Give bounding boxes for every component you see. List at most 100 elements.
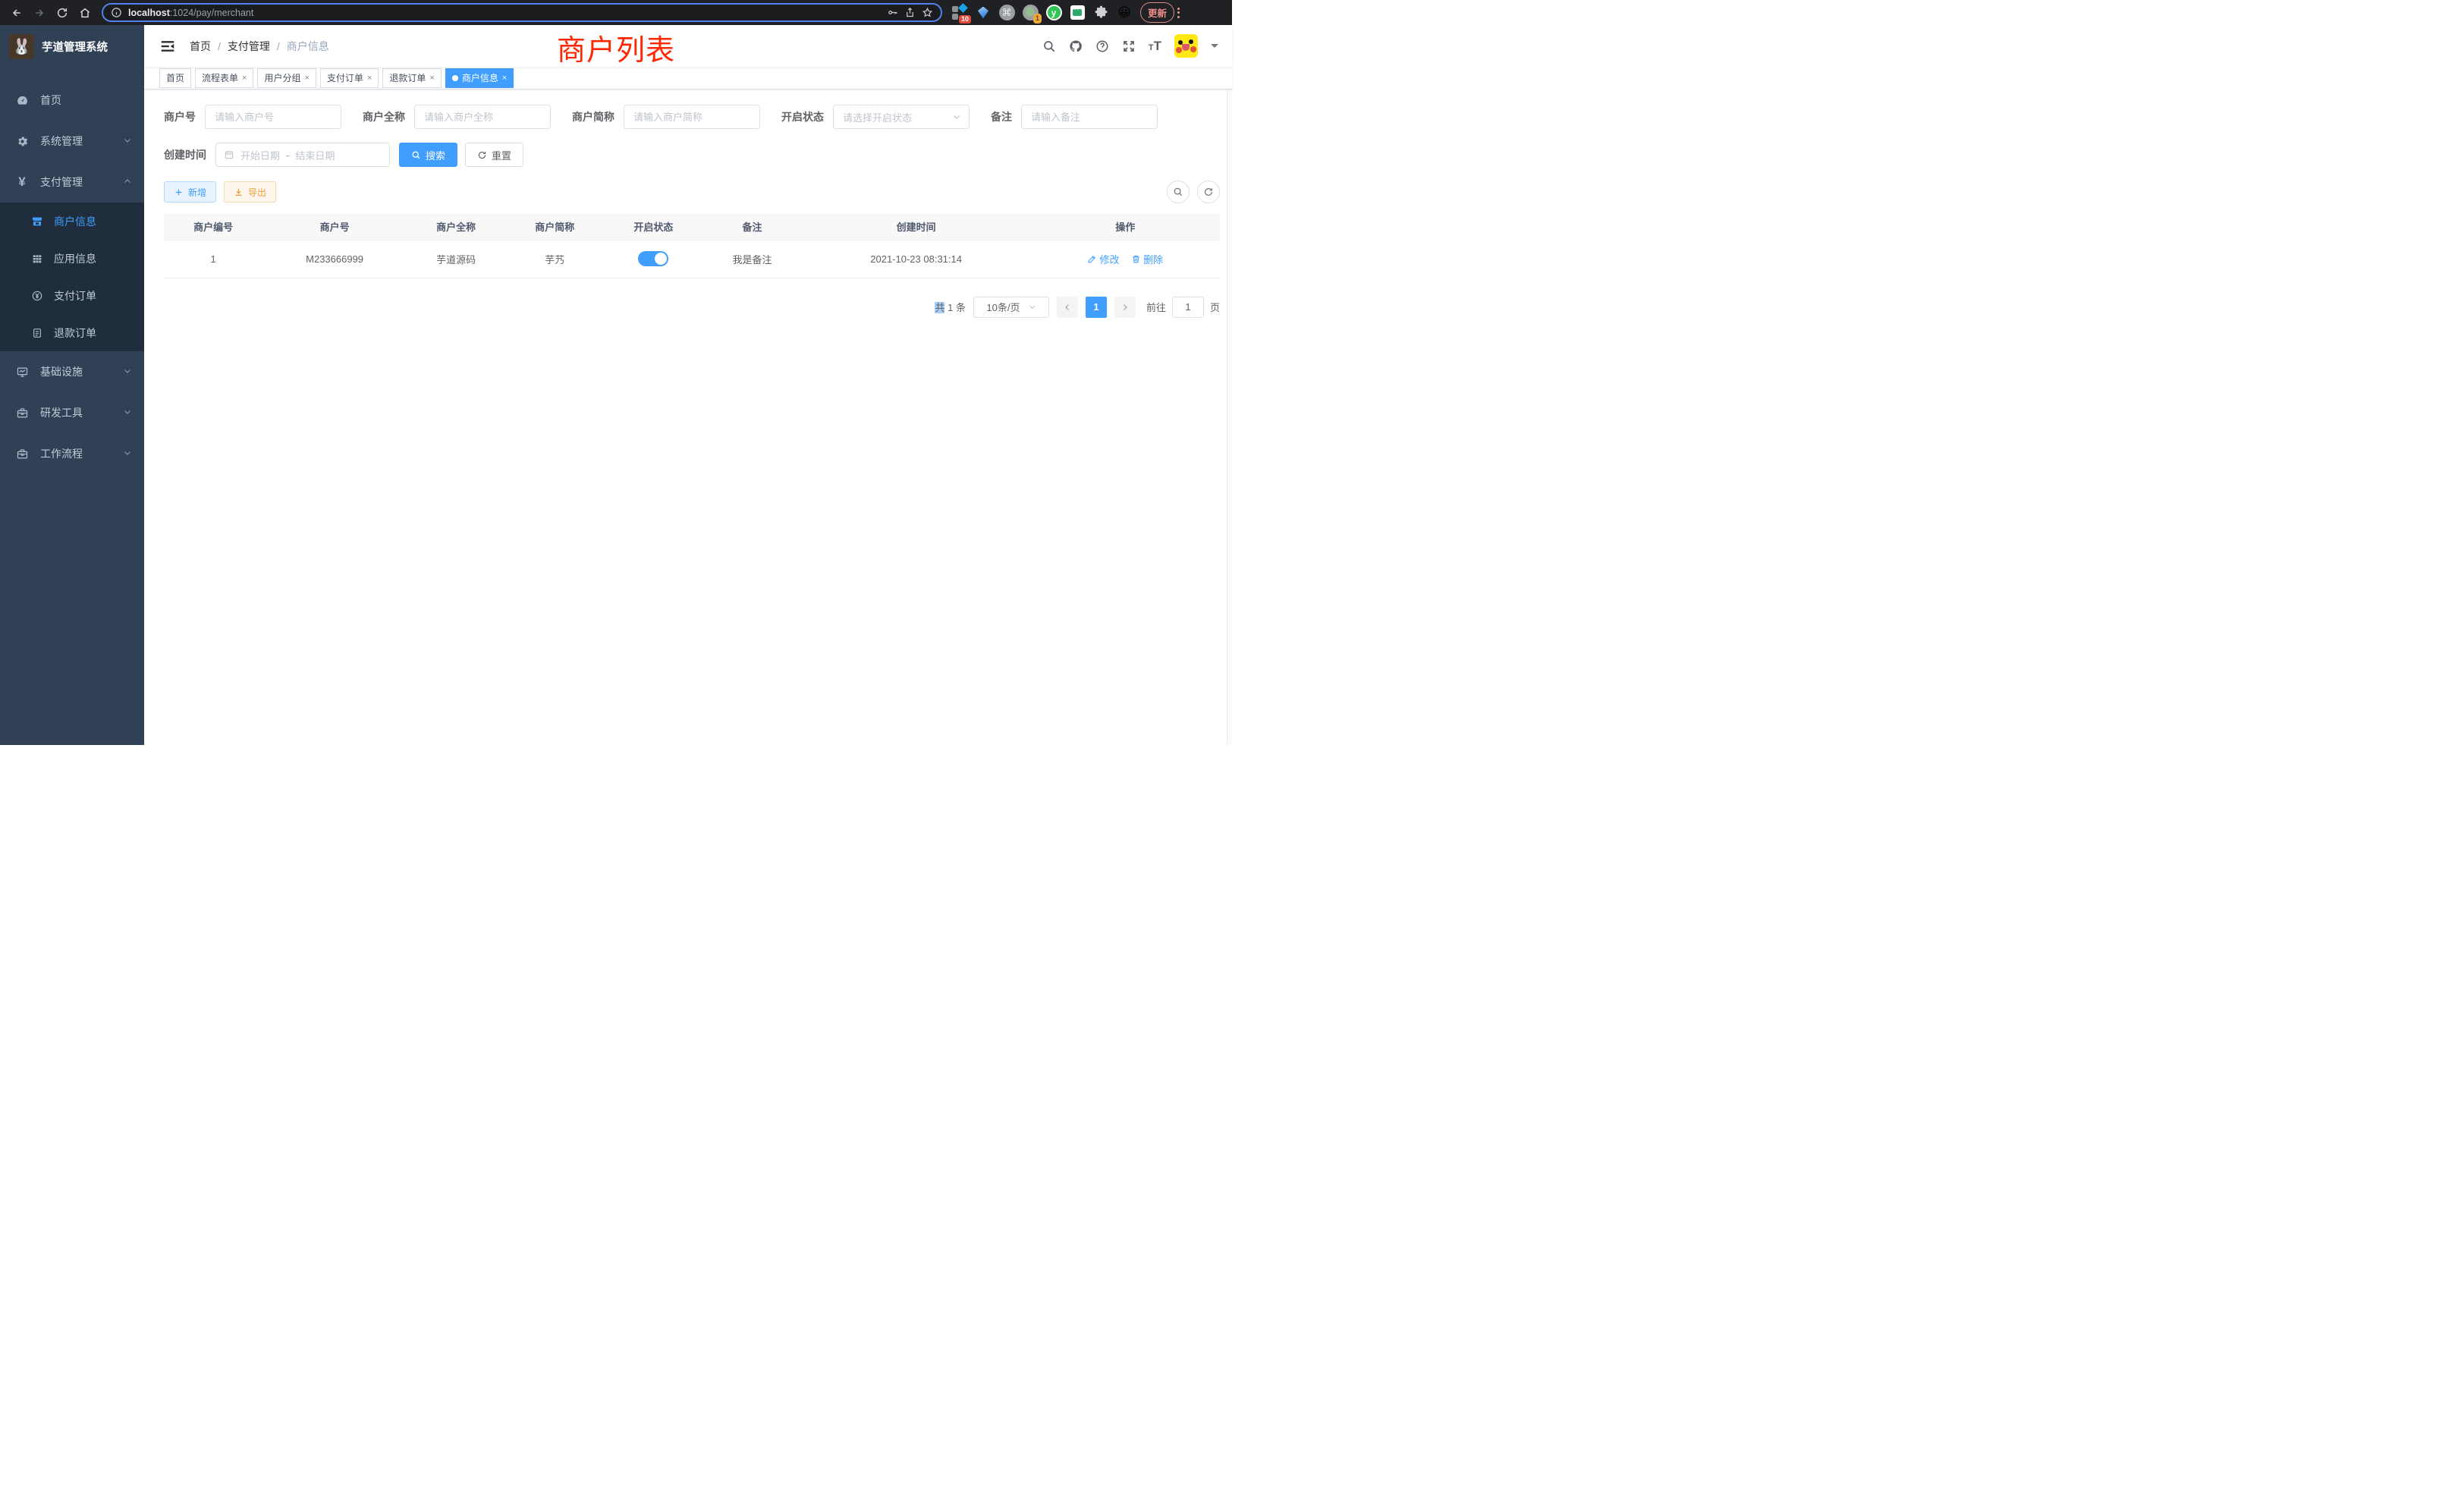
address-bar[interactable]: localhost:1024/pay/merchant bbox=[102, 3, 942, 22]
sidebar-item-label: 支付管理 bbox=[40, 174, 83, 190]
extensions-puzzle-icon[interactable] bbox=[1092, 5, 1109, 21]
gem-extension-icon[interactable] bbox=[975, 5, 992, 21]
grid-icon bbox=[30, 253, 43, 265]
sidebar-item-payment[interactable]: ¥ 支付管理 bbox=[0, 162, 144, 203]
github-icon[interactable] bbox=[1069, 39, 1083, 53]
raindrop-extension-icon[interactable]: 10 bbox=[951, 5, 968, 21]
prev-page-button[interactable] bbox=[1057, 297, 1078, 318]
sidebar-item-workflow[interactable]: 工作流程 bbox=[0, 433, 144, 474]
tags-view-bar: 首页 流程表单× 用户分组× 支付订单× 退款订单× 商户信息× bbox=[144, 67, 1232, 90]
tab-process-form[interactable]: 流程表单× bbox=[195, 68, 253, 88]
update-label: 更新 bbox=[1148, 5, 1167, 20]
tab-close-icon[interactable]: × bbox=[367, 74, 372, 83]
notification-extension-icon[interactable]: 1 bbox=[1022, 5, 1039, 21]
delete-link-label: 删除 bbox=[1143, 252, 1163, 266]
page-scrollbar[interactable] bbox=[1227, 25, 1232, 745]
browser-forward-button[interactable] bbox=[29, 2, 50, 24]
filter-create-time: 创建时间 开始日期 - 结束日期 bbox=[164, 143, 390, 167]
cell-short-name: 芋艿 bbox=[505, 240, 604, 278]
browser-update-button[interactable]: 更新 bbox=[1140, 2, 1174, 23]
emoji-extension-icon[interactable]: 😀 bbox=[1116, 5, 1133, 21]
header-search-icon[interactable] bbox=[1042, 39, 1056, 53]
sidebar-item-merchant-info[interactable]: 商户信息 bbox=[0, 203, 144, 240]
status-toggle[interactable] bbox=[638, 251, 668, 266]
delete-link[interactable]: 删除 bbox=[1131, 252, 1163, 266]
browser-reload-button[interactable] bbox=[52, 2, 73, 24]
browser-home-button[interactable] bbox=[74, 2, 96, 24]
full-name-input[interactable] bbox=[414, 105, 551, 129]
browser-back-button[interactable] bbox=[6, 2, 27, 24]
sidebar-item-app-info[interactable]: 应用信息 bbox=[0, 240, 144, 277]
screen: localhost:1024/pay/merchant 10 ⌘ bbox=[0, 0, 1232, 745]
filter-label: 商户号 bbox=[164, 109, 196, 124]
collapse-sidebar-icon[interactable] bbox=[159, 38, 176, 55]
toolbox-icon bbox=[15, 407, 29, 420]
share-icon[interactable] bbox=[904, 7, 916, 18]
command-extension-icon[interactable]: ⌘ bbox=[998, 5, 1015, 21]
tab-refund-order[interactable]: 退款订单× bbox=[382, 68, 441, 88]
export-button[interactable]: 导出 bbox=[224, 181, 276, 203]
y-glyph: y bbox=[1048, 6, 1061, 19]
sidebar-item-home[interactable]: 首页 bbox=[0, 80, 144, 121]
y-extension-icon[interactable]: y bbox=[1045, 5, 1062, 21]
user-avatar[interactable] bbox=[1174, 34, 1198, 58]
date-range-picker[interactable]: 开始日期 - 结束日期 bbox=[215, 143, 390, 167]
col-create-time: 创建时间 bbox=[802, 214, 1031, 240]
app-title: 芋道管理系统 bbox=[42, 39, 108, 55]
tab-close-icon[interactable]: × bbox=[304, 74, 309, 83]
col-status: 开启状态 bbox=[604, 214, 702, 240]
tab-close-icon[interactable]: × bbox=[429, 74, 434, 83]
next-page-button[interactable] bbox=[1114, 297, 1136, 318]
help-icon[interactable] bbox=[1095, 39, 1109, 53]
tab-close-icon[interactable]: × bbox=[242, 74, 247, 83]
sidebar-item-system[interactable]: 系统管理 bbox=[0, 121, 144, 162]
font-size-icon[interactable]: TT bbox=[1149, 39, 1161, 52]
add-button[interactable]: 新增 bbox=[164, 181, 216, 203]
avatar-caret-icon[interactable] bbox=[1211, 44, 1218, 52]
remark-input[interactable] bbox=[1021, 105, 1158, 129]
sidebar-item-pay-order[interactable]: 支付订单 bbox=[0, 277, 144, 314]
page-size-select[interactable]: 10条/页 bbox=[973, 297, 1049, 318]
tab-merchant-info[interactable]: 商户信息× bbox=[445, 68, 514, 88]
briefcase-icon bbox=[15, 448, 29, 461]
browser-menu-icon[interactable] bbox=[1176, 8, 1181, 18]
sidebar-menu: 首页 系统管理 ¥ 支付管理 bbox=[0, 80, 144, 474]
password-key-icon[interactable] bbox=[887, 7, 898, 18]
cell-status bbox=[604, 240, 702, 278]
search-button[interactable]: 搜索 bbox=[399, 143, 457, 167]
fullscreen-icon[interactable] bbox=[1122, 39, 1136, 53]
bookmark-star-icon[interactable] bbox=[922, 7, 933, 18]
breadcrumb-home[interactable]: 首页 bbox=[190, 39, 211, 54]
tab-home[interactable]: 首页 bbox=[159, 68, 191, 88]
merchant-no-input[interactable] bbox=[205, 105, 341, 129]
chat-extension-icon[interactable] bbox=[1069, 5, 1086, 21]
tab-user-group[interactable]: 用户分组× bbox=[257, 68, 316, 88]
sidebar-item-dev-tools[interactable]: 研发工具 bbox=[0, 392, 144, 433]
page-number-1[interactable]: 1 bbox=[1086, 297, 1107, 318]
sidebar-item-infrastructure[interactable]: 基础设施 bbox=[0, 351, 144, 392]
start-date-placeholder[interactable]: 开始日期 bbox=[240, 148, 280, 162]
gear-icon bbox=[15, 135, 29, 148]
site-info-icon[interactable] bbox=[111, 7, 122, 18]
tab-close-icon[interactable]: × bbox=[502, 74, 507, 83]
col-merchant-id: 商户编号 bbox=[164, 214, 262, 240]
table-tools bbox=[1167, 181, 1220, 203]
app-logo-row[interactable]: 🐰 芋道管理系统 bbox=[0, 25, 144, 68]
edit-link[interactable]: 修改 bbox=[1087, 252, 1119, 266]
tab-pay-order[interactable]: 支付订单× bbox=[320, 68, 379, 88]
sidebar-item-label: 工作流程 bbox=[40, 446, 83, 461]
edit-link-label: 修改 bbox=[1099, 252, 1119, 266]
breadcrumb-payment[interactable]: 支付管理 bbox=[228, 39, 270, 54]
reset-button[interactable]: 重置 bbox=[465, 143, 523, 167]
filter-label: 备注 bbox=[991, 109, 1012, 124]
refresh-table-button[interactable] bbox=[1197, 181, 1220, 203]
total-suffix: 条 bbox=[956, 302, 966, 313]
short-name-input[interactable] bbox=[624, 105, 760, 129]
end-date-placeholder[interactable]: 结束日期 bbox=[295, 148, 335, 162]
filter-full-name: 商户全称 bbox=[363, 105, 551, 129]
chevron-down-icon bbox=[1028, 303, 1036, 311]
goto-page-input[interactable] bbox=[1172, 297, 1204, 318]
sidebar-item-refund-order[interactable]: 退款订单 bbox=[0, 314, 144, 351]
toggle-search-button[interactable] bbox=[1167, 181, 1190, 203]
status-select[interactable]: 请选择开启状态 bbox=[833, 105, 970, 129]
